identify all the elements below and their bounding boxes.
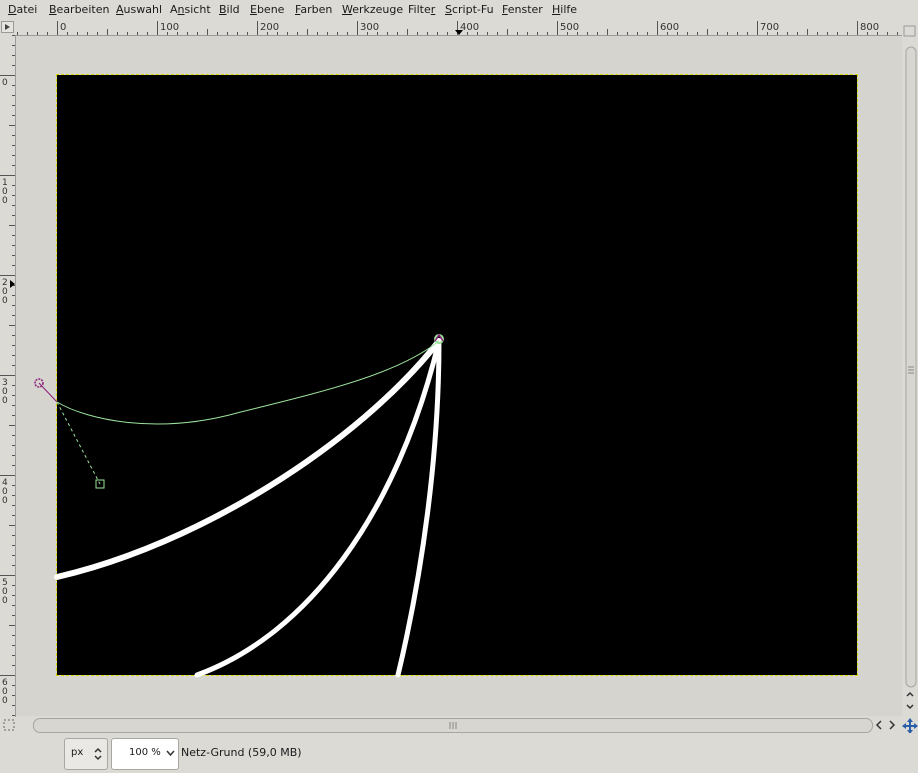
navigate-cross-icon [902, 718, 918, 734]
menu-werkzeuge[interactable]: Werkzeuge [342, 3, 403, 16]
white-stroke-1 [54, 338, 442, 580]
ruler-label: 500 [560, 22, 579, 33]
vertical-scrollbar[interactable] [902, 21, 918, 717]
ruler-label: 0 [2, 78, 8, 88]
menu-fenster[interactable]: Fenster [502, 3, 543, 16]
horizontal-scrollbar[interactable] [33, 718, 873, 733]
menubar: Datei Bearbeiten Auswahl Ansicht Bild Eb… [0, 0, 918, 21]
menu-bearbeiten[interactable]: Bearbeiten [49, 3, 109, 16]
zoom-selector[interactable]: 100 % [111, 738, 179, 770]
quickmask-icon [3, 719, 15, 731]
ruler-label: 400 [460, 22, 479, 33]
path-overlay[interactable] [16, 36, 902, 716]
menu-hilfe[interactable]: Hilfe [552, 3, 577, 16]
ruler-label: 700 [760, 22, 779, 33]
ruler-pointer-marker [10, 280, 15, 288]
scroll-left-button[interactable] [874, 719, 884, 734]
ruler-label: 300 [360, 22, 379, 33]
vertical-scrollbar-graphic [903, 25, 917, 710]
menu-ansicht[interactable]: Ansicht [170, 3, 211, 16]
canvas-area[interactable] [16, 36, 902, 716]
menu-script-fu[interactable]: Script-Fu [445, 3, 494, 16]
ruler-label: 200 [260, 22, 279, 33]
ruler-label: 0 [2, 196, 8, 206]
ruler-label: 600 [660, 22, 679, 33]
menu-bild[interactable]: Bild [219, 3, 240, 16]
vertical-ruler[interactable]: 0100200300400500600 [0, 35, 16, 717]
zoom-value: 100 % [129, 747, 161, 758]
ruler-label: 0 [2, 396, 8, 406]
menu-ebene[interactable]: Ebene [250, 3, 284, 16]
ruler-label: 0 [60, 22, 66, 33]
image-menu-button[interactable] [1, 21, 14, 33]
quickmask-toggle[interactable] [3, 719, 15, 734]
chevron-right-icon [889, 720, 896, 730]
spin-arrows-icon [94, 747, 102, 761]
green-path [56, 340, 440, 425]
menu-farben[interactable]: Farben [295, 3, 332, 16]
menu-filter[interactable]: Filter [408, 3, 435, 16]
unit-value: px [71, 747, 84, 758]
white-stroke-3 [395, 338, 442, 678]
chevron-down-icon [166, 750, 175, 757]
ruler-label: 800 [860, 22, 879, 33]
vertical-ruler-ticks: 0100200300400500600 [0, 35, 15, 716]
handle-dashed-line [56, 401, 101, 485]
horizontal-ruler-ticks: 0 100 200 300 400 500 600 700 800 [17, 21, 898, 35]
statusbar: px 100 % Netz-Grund (59,0 MB) [0, 733, 918, 773]
chevron-left-icon [875, 720, 882, 730]
ruler-label: 0 [2, 496, 8, 506]
ruler-label: 100 [160, 22, 179, 33]
scroll-right-button[interactable] [887, 719, 897, 734]
horizontal-scrollbar-grip [449, 722, 457, 729]
ruler-label: 0 [2, 296, 8, 306]
horizontal-ruler[interactable]: 0 100 200 300 400 500 600 700 800 [15, 21, 902, 36]
ruler-label: 0 [2, 696, 8, 706]
status-text: Netz-Grund (59,0 MB) [181, 746, 302, 759]
menu-auswahl[interactable]: Auswahl [116, 3, 162, 16]
menu-datei[interactable]: Datei [8, 3, 37, 16]
small-triangle-icon [1, 21, 14, 33]
unit-selector[interactable]: px [64, 738, 108, 770]
ruler-label: 0 [2, 596, 8, 606]
